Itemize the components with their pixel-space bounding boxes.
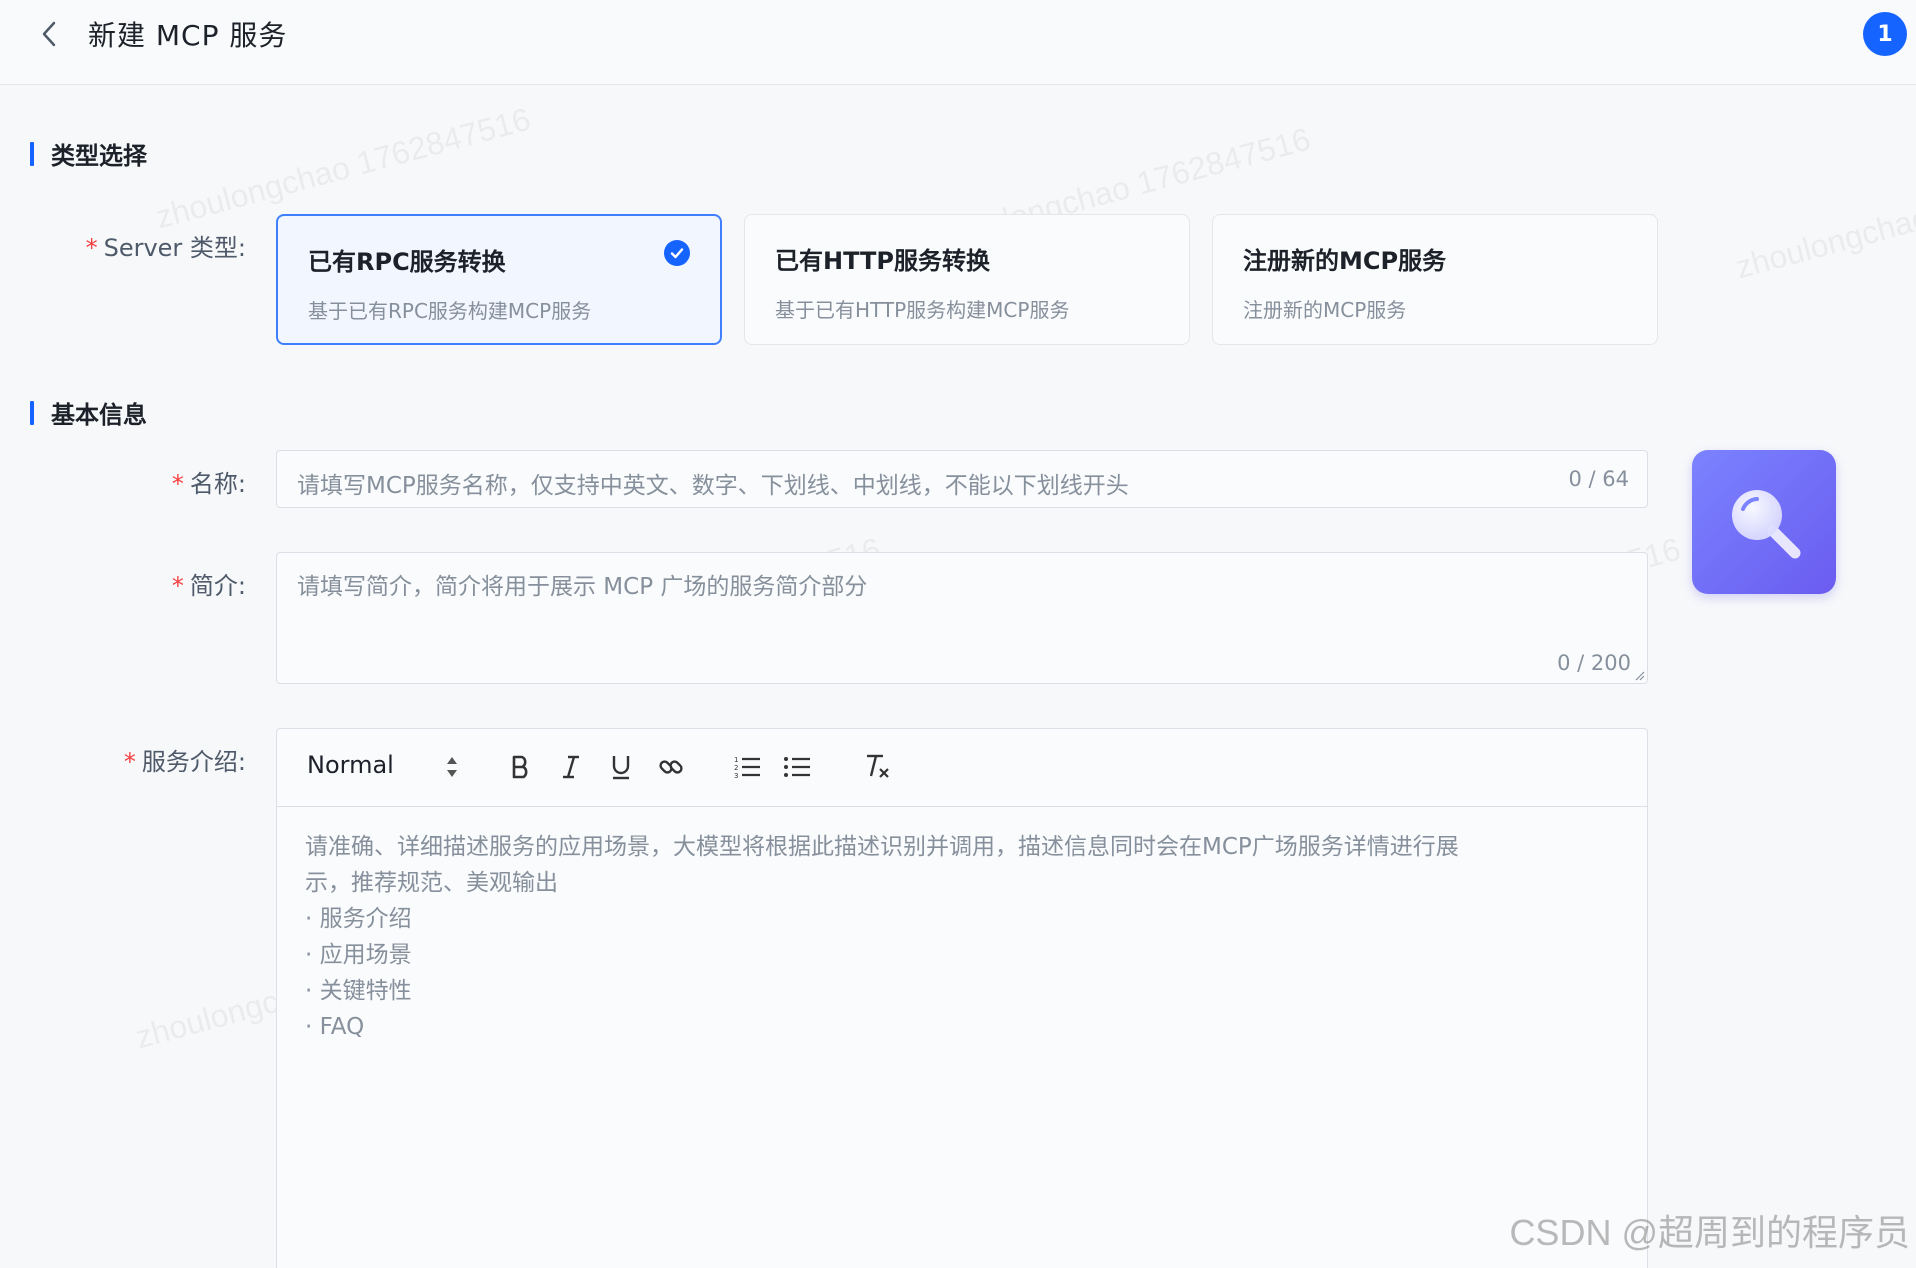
italic-icon — [563, 755, 579, 779]
label-text: Server 类型: — [103, 234, 246, 262]
label-text: 服务介绍: — [141, 748, 246, 776]
label-text: 名称: — [189, 470, 246, 498]
ai-assistant-button[interactable] — [1692, 450, 1836, 594]
editor-content[interactable]: 请准确、详细描述服务的应用场景，大模型将根据此描述识别并调用，描述信息同时会在M… — [305, 829, 1587, 1045]
format-select-value: Normal — [307, 751, 394, 779]
card-desc: 基于已有HTTP服务构建MCP服务 — [775, 298, 1070, 322]
ordered-list-icon: 1 2 3 — [734, 756, 760, 780]
card-title: 已有HTTP服务转换 — [775, 247, 990, 275]
watermark: zhoulongchao 1762847516 — [1731, 151, 1916, 286]
section-type-select: 类型选择 — [30, 136, 147, 171]
bullet-list-icon — [784, 757, 810, 777]
card-rpc-conversion[interactable]: 已有RPC服务转换 基于已有RPC服务构建MCP服务 — [276, 214, 722, 345]
intro-textarea[interactable]: 请填写简介，简介将用于展示 MCP 广场的服务简介部分 0 / 200 — [276, 552, 1648, 684]
italic-button[interactable] — [553, 749, 589, 785]
section-basic-info: 基本信息 — [30, 395, 147, 430]
required-mark: * — [171, 572, 184, 600]
required-mark: * — [123, 748, 136, 776]
editor-placeholder-line: 请准确、详细描述服务的应用场景，大模型将根据此描述识别并调用，描述信息同时会在M… — [305, 834, 1459, 860]
underline-icon — [612, 756, 630, 780]
card-desc: 基于已有RPC服务构建MCP服务 — [308, 299, 592, 323]
card-title: 注册新的MCP服务 — [1243, 247, 1447, 275]
name-char-count: 0 / 64 — [1568, 467, 1629, 491]
check-circle-icon — [664, 240, 690, 266]
back-button[interactable] — [34, 18, 64, 50]
service-desc-label: * 服务介绍: — [26, 742, 246, 777]
label-text: 简介: — [189, 572, 246, 600]
section-bar — [30, 400, 34, 425]
bullet-list-button[interactable] — [779, 749, 815, 785]
bold-icon — [512, 755, 528, 779]
required-mark: * — [85, 234, 98, 262]
editor-placeholder-line: · 关键特性 — [305, 978, 412, 1004]
bold-button[interactable] — [503, 749, 539, 785]
page-header: 新建 MCP 服务 1 — [0, 0, 1916, 85]
link-button[interactable] — [653, 749, 689, 785]
card-title: 已有RPC服务转换 — [308, 248, 506, 276]
intro-label: * 简介: — [26, 566, 246, 601]
editor-placeholder-line: 示，推荐规范、美观输出 — [305, 870, 558, 896]
editor-placeholder-line: · 应用场景 — [305, 942, 412, 968]
format-select[interactable]: Normal — [307, 751, 467, 785]
rich-text-editor: Normal 1 2 3 请准确、详细描述服务的应用场景，大模型将根据此描述识别… — [276, 728, 1648, 1268]
name-placeholder: 请填写MCP服务名称，仅支持中英文、数字、下划线、中划线，不能以下划线开头 — [297, 473, 1129, 499]
intro-placeholder: 请填写简介，简介将用于展示 MCP 广场的服务简介部分 — [297, 574, 868, 600]
name-input[interactable]: 请填写MCP服务名称，仅支持中英文、数字、下划线、中划线，不能以下划线开头 0 … — [276, 450, 1648, 508]
link-icon — [659, 760, 683, 774]
card-desc: 注册新的MCP服务 — [1243, 298, 1407, 322]
clear-format-icon — [867, 754, 889, 778]
name-label: * 名称: — [26, 464, 246, 499]
section-title: 基本信息 — [51, 401, 147, 429]
clear-format-button[interactable] — [859, 749, 895, 785]
page-title: 新建 MCP 服务 — [88, 19, 288, 52]
server-type-label: * Server 类型: — [26, 228, 246, 263]
section-title: 类型选择 — [51, 142, 147, 170]
resize-handle-icon[interactable] — [1633, 669, 1645, 681]
editor-placeholder-line: · FAQ — [305, 1014, 365, 1040]
chevron-left-icon — [42, 21, 56, 47]
card-register-new-mcp[interactable]: 注册新的MCP服务 注册新的MCP服务 — [1212, 214, 1658, 345]
required-mark: * — [171, 470, 184, 498]
editor-toolbar: Normal 1 2 3 — [277, 729, 1647, 807]
svg-text:2: 2 — [734, 764, 738, 772]
underline-button[interactable] — [603, 749, 639, 785]
csdn-credit-watermark: CSDN @超周到的程序员 — [1509, 1212, 1910, 1253]
magnifier-icon — [1732, 490, 1801, 559]
card-http-conversion[interactable]: 已有HTTP服务转换 基于已有HTTP服务构建MCP服务 — [744, 214, 1190, 345]
section-bar — [30, 141, 34, 166]
svg-text:3: 3 — [734, 772, 738, 780]
editor-placeholder-line: · 服务介绍 — [305, 906, 412, 932]
sort-arrows-icon — [447, 757, 457, 777]
ordered-list-button[interactable]: 1 2 3 — [729, 749, 765, 785]
notification-badge[interactable]: 1 — [1863, 12, 1907, 56]
intro-char-count: 0 / 200 — [1557, 651, 1631, 675]
svg-text:1: 1 — [734, 756, 738, 764]
